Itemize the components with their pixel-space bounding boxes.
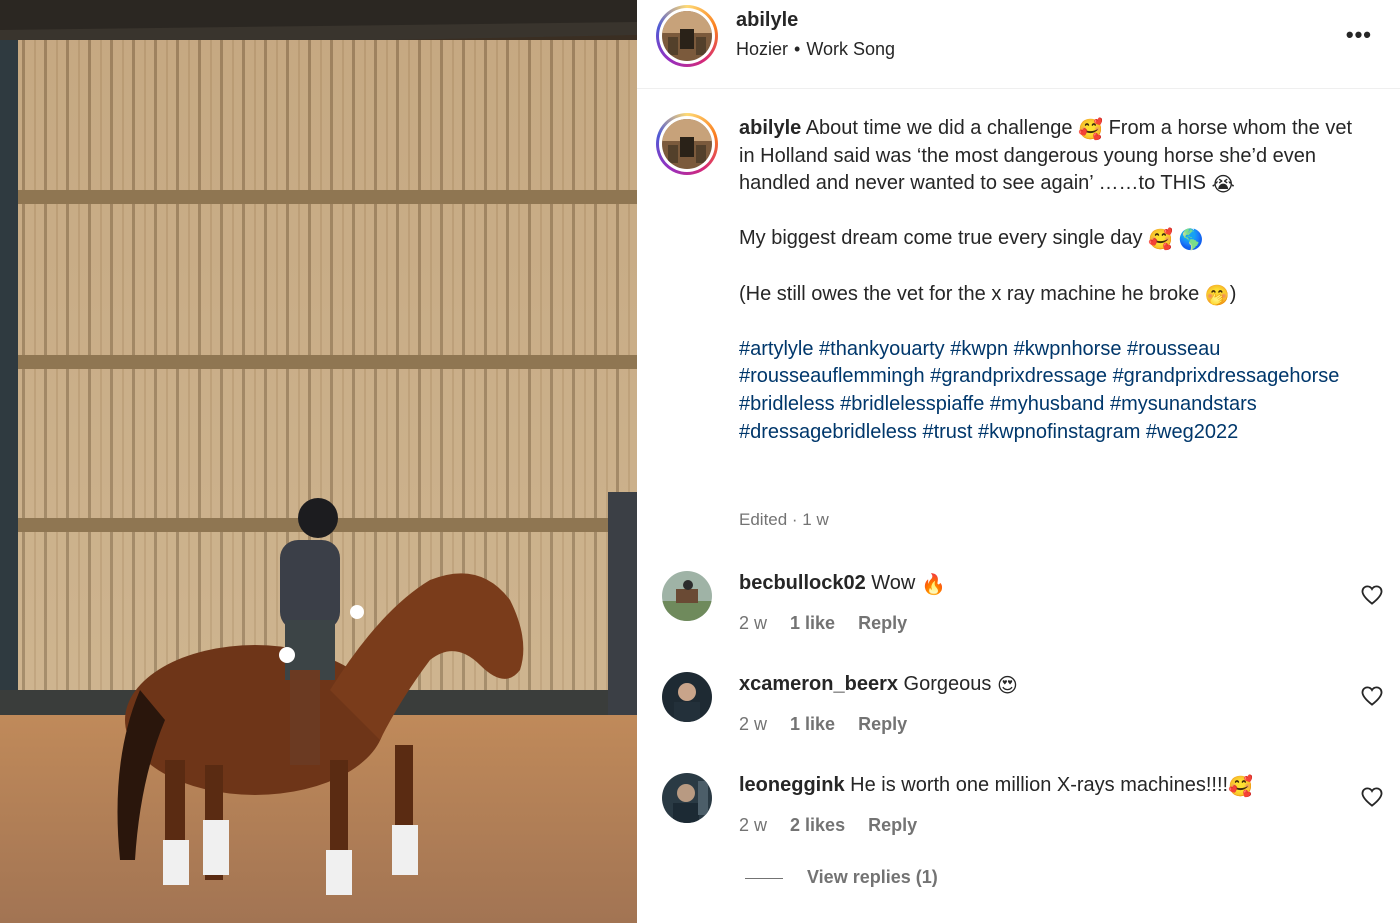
comment-item: becbullock02 Wow 🔥 2 w 1 like Reply (637, 571, 1400, 661)
audio-artist[interactable]: Hozier (736, 39, 788, 59)
comment-meta: 2 w 2 likes Reply (739, 815, 935, 836)
avatar-image (662, 119, 712, 169)
commenter-avatar[interactable] (662, 571, 712, 621)
caption-line2: My biggest dream come true every single … (739, 227, 1143, 250)
comment-body: He is worth one million X-rays machines!… (850, 774, 1229, 796)
avatar-image (662, 773, 712, 823)
hashtag-link[interactable]: #bridleless (739, 393, 835, 415)
reply-button[interactable]: Reply (858, 613, 907, 633)
smiling-hearts-emoji-icon: 🥰 (1228, 776, 1253, 798)
hashtag-link[interactable]: #trust (922, 421, 972, 443)
hashtag-link[interactable]: #kwpnhorse (1014, 338, 1122, 360)
comment-likes[interactable]: 2 likes (790, 815, 845, 835)
caption-line3: (He still owes the vet for the x ray mac… (739, 282, 1200, 305)
avatar-image (662, 571, 712, 621)
horse-video-frame (0, 0, 637, 923)
audio-track[interactable]: Work Song (806, 39, 895, 59)
comment-time: 2 w (739, 714, 768, 734)
comment-text: becbullock02 Wow 🔥 (739, 572, 946, 595)
view-replies-label: View replies (1) (807, 867, 938, 887)
hashtag-link[interactable]: #kwpn (950, 338, 1008, 360)
comment-item: xcameron_beerx Gorgeous 😍 2 w 1 like Rep… (637, 672, 1400, 762)
comment-item: leoneggink He is worth one million X-ray… (637, 773, 1400, 863)
hashtag-link[interactable]: #grandprixdressagehorse (1113, 365, 1340, 387)
post-media[interactable] (0, 0, 637, 923)
caption-line3-close: ) (1229, 282, 1237, 305)
smiling-hearts-emoji-icon: 🥰 (1078, 119, 1104, 141)
more-options-icon[interactable]: ••• (1346, 22, 1372, 48)
hashtag-link[interactable]: #mysunandstars (1110, 393, 1257, 415)
crying-emoji-icon: 😭 (1211, 174, 1235, 197)
fire-emoji-icon: 🔥 (920, 574, 946, 596)
hashtag-link[interactable]: #rousseauflemmingh (739, 365, 925, 387)
replies-divider-line (745, 877, 783, 879)
comment-time: 2 w (739, 815, 768, 835)
caption-author-avatar[interactable] (656, 113, 718, 175)
commenter-username[interactable]: xcameron_beerx (739, 673, 898, 695)
heart-outline-icon[interactable] (1361, 585, 1383, 605)
hashtag-link[interactable]: #thankyouarty (819, 338, 945, 360)
avatar-image (662, 672, 712, 722)
hand-over-mouth-emoji-icon: 🤭 (1204, 284, 1230, 307)
caption-username[interactable]: abilyle (739, 117, 801, 139)
view-replies-button[interactable]: View replies (1) (745, 867, 938, 888)
comment-meta: 2 w 1 like Reply (739, 613, 925, 634)
comment-likes[interactable]: 1 like (790, 714, 835, 734)
caption-line1: About time we did a challenge (805, 117, 1073, 139)
hashtag-link[interactable]: #dressagebridleless (739, 421, 917, 443)
comment-meta: 2 w 1 like Reply (739, 714, 925, 735)
commenter-username[interactable]: leoneggink (739, 774, 845, 796)
comment-body: Gorgeous (903, 673, 992, 695)
globe-emoji-icon: 🌎 (1178, 229, 1204, 252)
audio-attribution[interactable]: Hozier • Work Song (736, 39, 895, 60)
heart-outline-icon[interactable] (1361, 686, 1383, 706)
commenter-avatar[interactable] (662, 672, 712, 722)
hashtag-link[interactable]: #artylyle (739, 338, 813, 360)
comment-body: Wow (871, 572, 916, 594)
heart-outline-icon[interactable] (1361, 787, 1383, 807)
hashtag-link[interactable]: #weg2022 (1146, 421, 1238, 443)
audio-separator: • (794, 39, 801, 59)
comment-likes[interactable]: 1 like (790, 613, 835, 633)
hashtag-list: #artylyle #thankyouarty #kwpn #kwpnhorse… (739, 336, 1359, 446)
comment-text: leoneggink He is worth one million X-ray… (739, 774, 1253, 797)
author-username[interactable]: abilyle (736, 9, 798, 32)
smiling-hearts-emoji-icon: 🥰 (1148, 229, 1173, 252)
commenter-avatar[interactable] (662, 773, 712, 823)
comment-text: xcameron_beerx Gorgeous 😍 (739, 673, 1018, 696)
caption-meta: Edited · 1 w (739, 510, 829, 529)
heart-eyes-emoji-icon: 😍 (996, 675, 1018, 697)
hashtag-link[interactable]: #rousseau (1127, 338, 1220, 360)
avatar-image (662, 11, 712, 61)
post-header: abilyle Hozier • Work Song ••• (637, 0, 1400, 89)
commenter-username[interactable]: becbullock02 (739, 572, 866, 594)
reply-button[interactable]: Reply (858, 714, 907, 734)
post-detail-pane: abilyle Hozier•Work Song ••• abilyle A (637, 0, 1400, 923)
hashtag-link[interactable]: #myhusband (990, 393, 1105, 415)
caption-text: abilyle About time we did a challenge 🥰 … (739, 115, 1359, 446)
author-avatar[interactable] (656, 5, 718, 67)
hashtag-link[interactable]: #kwpnofinstagram (978, 421, 1140, 443)
comment-time: 2 w (739, 613, 768, 633)
hashtag-link[interactable]: #bridlelesspiaffe (840, 393, 984, 415)
hashtag-link[interactable]: #grandprixdressage (930, 365, 1107, 387)
reply-button[interactable]: Reply (868, 815, 917, 835)
